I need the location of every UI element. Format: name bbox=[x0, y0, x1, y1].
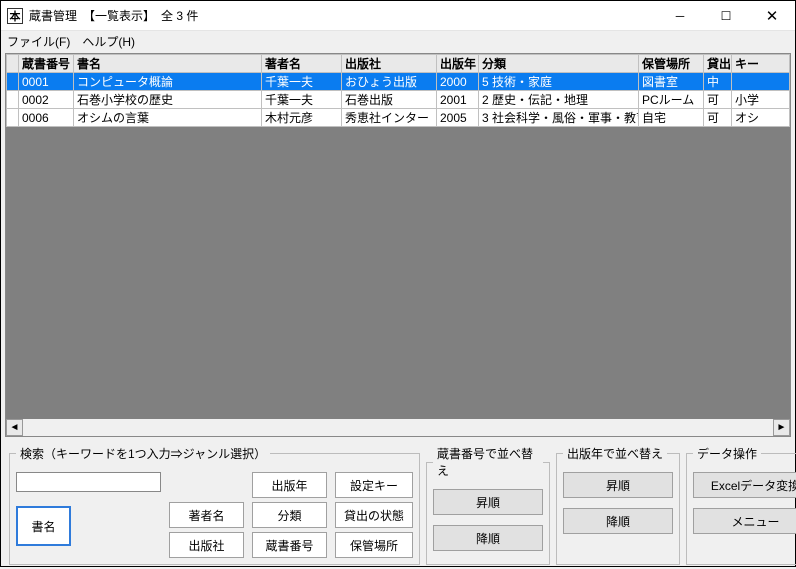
col-title[interactable]: 書名 bbox=[74, 55, 262, 73]
col-selector[interactable] bbox=[7, 55, 19, 73]
sort-id-asc-button[interactable]: 昇順 bbox=[433, 489, 543, 515]
sort-id-desc-button[interactable]: 降順 bbox=[433, 525, 543, 551]
window-title: 蔵書管理 【一覧表示】 全 3 件 bbox=[29, 7, 657, 24]
horizontal-scrollbar[interactable]: ◄ ► bbox=[6, 419, 790, 436]
search-input[interactable] bbox=[16, 472, 161, 492]
table-row[interactable]: 0001コンピュータ概論千葉一夫おひょう出版20005 技術・家庭図書室中 bbox=[7, 73, 790, 91]
col-id[interactable]: 蔵書番号 bbox=[19, 55, 74, 73]
sort-by-id-group: 蔵書番号で並べ替え 昇順 降順 bbox=[426, 445, 550, 565]
close-button[interactable]: ✕ bbox=[749, 1, 795, 30]
excel-export-button[interactable]: Excelデータ変換 bbox=[693, 472, 796, 498]
search-by-year-button[interactable]: 出版年 bbox=[252, 472, 327, 498]
col-category[interactable]: 分類 bbox=[479, 55, 639, 73]
menu-button[interactable]: メニュー bbox=[693, 508, 796, 534]
table-row[interactable]: 0006オシムの言葉木村元彦秀恵社インター20053 社会科学・風俗・軍事・教育… bbox=[7, 109, 790, 127]
search-by-lend-button[interactable]: 貸出の状態 bbox=[335, 502, 413, 528]
app-icon: 本 bbox=[7, 8, 23, 24]
search-by-category-button[interactable]: 分類 bbox=[252, 502, 327, 528]
sort-year-asc-button[interactable]: 昇順 bbox=[563, 472, 673, 498]
col-year[interactable]: 出版年 bbox=[437, 55, 479, 73]
search-by-publisher-button[interactable]: 出版社 bbox=[169, 532, 244, 558]
search-by-title-button[interactable]: 書名 bbox=[16, 506, 71, 546]
menu-bar: ファイル(F) ヘルプ(H) bbox=[1, 31, 795, 51]
minimize-button[interactable]: ─ bbox=[657, 1, 703, 30]
sort-year-legend: 出版年で並べ替え bbox=[563, 445, 667, 462]
data-ops-group: データ操作 Excelデータ変換 メニュー bbox=[686, 445, 796, 565]
search-legend: 検索（キーワードを1つ入力⇒ジャンル選択） bbox=[16, 445, 270, 462]
data-ops-legend: データ操作 bbox=[693, 445, 761, 462]
col-publisher[interactable]: 出版社 bbox=[342, 55, 437, 73]
menu-file[interactable]: ファイル(F) bbox=[7, 33, 70, 50]
menu-help[interactable]: ヘルプ(H) bbox=[82, 33, 135, 50]
col-lend[interactable]: 貸出 bbox=[704, 55, 732, 73]
col-location[interactable]: 保管場所 bbox=[639, 55, 704, 73]
search-by-author-button[interactable]: 著者名 bbox=[169, 502, 244, 528]
data-grid-container: 蔵書番号 書名 著者名 出版社 出版年 分類 保管場所 貸出 キー 0001コン… bbox=[5, 53, 791, 437]
scroll-left-button[interactable]: ◄ bbox=[6, 419, 23, 436]
title-bar: 本 蔵書管理 【一覧表示】 全 3 件 ─ ☐ ✕ bbox=[1, 1, 795, 31]
search-group: 検索（キーワードを1つ入力⇒ジャンル選択） 書名 著者名 出版社 出版年 分類 … bbox=[9, 445, 420, 565]
scroll-right-button[interactable]: ► bbox=[773, 419, 790, 436]
sort-by-year-group: 出版年で並べ替え 昇順 降順 bbox=[556, 445, 680, 565]
search-by-location-button[interactable]: 保管場所 bbox=[335, 532, 413, 558]
search-by-setkey-button[interactable]: 設定キー bbox=[335, 472, 413, 498]
sort-id-legend: 蔵書番号で並べ替え bbox=[433, 445, 543, 479]
maximize-button[interactable]: ☐ bbox=[703, 1, 749, 30]
table-row[interactable]: 0002石巻小学校の歴史千葉一夫石巻出版20012 歴史・伝記・地理PCルーム可… bbox=[7, 91, 790, 109]
search-by-id-button[interactable]: 蔵書番号 bbox=[252, 532, 327, 558]
sort-year-desc-button[interactable]: 降順 bbox=[563, 508, 673, 534]
col-rest[interactable]: キー bbox=[732, 55, 790, 73]
col-author[interactable]: 著者名 bbox=[262, 55, 342, 73]
data-grid[interactable]: 蔵書番号 書名 著者名 出版社 出版年 分類 保管場所 貸出 キー 0001コン… bbox=[6, 54, 790, 127]
